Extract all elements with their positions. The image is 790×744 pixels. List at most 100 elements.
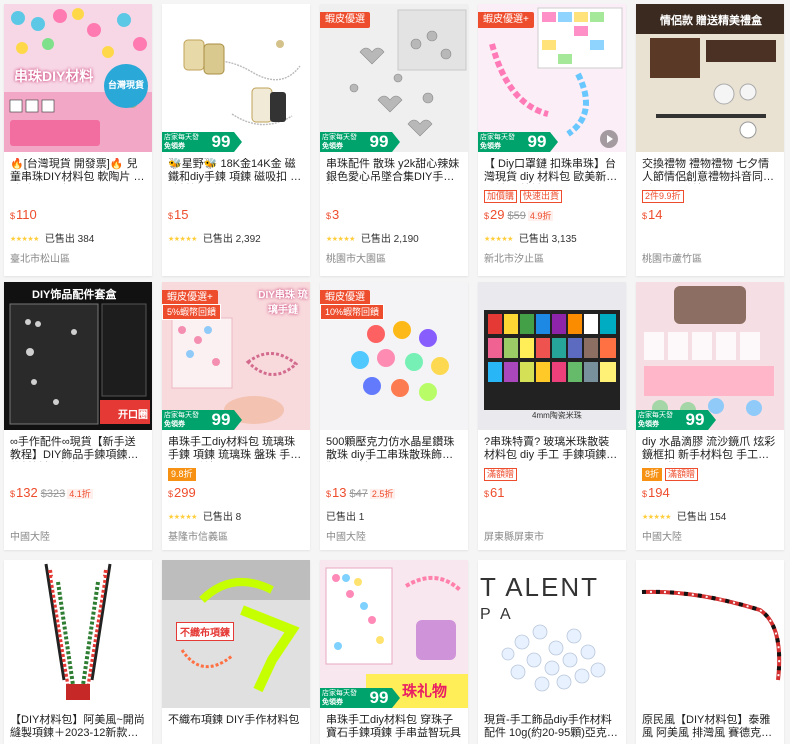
product-labels bbox=[10, 464, 146, 478]
price-row: $61 bbox=[484, 484, 620, 502]
rating-stars: ★★★★★ bbox=[642, 514, 671, 521]
product-labels bbox=[326, 186, 462, 200]
shop-location: 基隆市信義區 bbox=[168, 532, 228, 543]
sold-count: 已售出 154 bbox=[676, 512, 727, 523]
product-title[interactable]: ∞手作配件∞現貨【新手送教程】DIY飾品手鍊項鍊配件材料包 套盒 bbox=[10, 436, 146, 462]
product-image[interactable]: 蝦皮優選 10%蝦幣回饋 bbox=[320, 282, 468, 430]
coupon-badge: 店家每天發 免領券 99 bbox=[478, 132, 558, 152]
sold-row: ★★★★★ 已售出 384 bbox=[10, 230, 146, 245]
cashback-badge: 10%蝦幣回饋 bbox=[320, 304, 385, 320]
product-card[interactable]: 蝦皮優選+ 5%蝦幣回饋 DIY串珠 琉璃手鏈 店家每天發 免領券 99 串珠手工d… bbox=[162, 282, 310, 550]
original-price: $47 bbox=[349, 488, 368, 500]
sold-row: ★★★★★ 已售出 2,392 bbox=[168, 230, 304, 245]
preferred-badge: 蝦皮優選+ bbox=[478, 12, 534, 28]
product-image[interactable]: 4mm陶瓷米珠 bbox=[478, 282, 626, 430]
product-image[interactable]: T ALENT P A bbox=[478, 560, 626, 708]
product-card[interactable]: 情侶款 贈送精美禮盒 交換禮物 禮物禮物 七夕情人節情侶創意禮物抖音同款手工di… bbox=[636, 4, 784, 276]
product-title[interactable]: 🔥[台灣現貨 開發票]🔥 兒童串珠DIY材料包 軟陶片 米珠 字母串珠 bbox=[10, 158, 146, 184]
product-card[interactable]: 串珠DIY材料 台灣現貨 🔥[台灣現貨 開發票]🔥 兒童串珠DIY材料包 軟陶片… bbox=[4, 4, 152, 276]
product-card[interactable]: 店家每天發 免領券 99 🐝星野🐝 18K金14K金 磁鐵和diy手鍊 項鍊 磁吸扣… bbox=[162, 4, 310, 276]
product-title[interactable]: ?串珠特賣? 玻璃米珠散裝材料包 diy 手工 手鍊項鍊飾品 配件 bbox=[484, 436, 620, 462]
image-caption: T ALENT bbox=[480, 572, 600, 602]
product-image[interactable]: 不織布項鍊 bbox=[162, 560, 310, 708]
product-title[interactable]: 現貨-手工飾品diy手作材料配件 10g(約20-95顆)亞克力透明AB散珠 bbox=[484, 714, 620, 740]
rating-stars: ★★★★★ bbox=[484, 236, 513, 243]
original-price: $323 bbox=[40, 488, 66, 500]
price: $61 bbox=[484, 485, 505, 500]
price: $132 bbox=[10, 485, 38, 500]
product-title[interactable]: 交換禮物 禮物禮物 七夕情人節情侶創意禮物抖音同款手工diy 手鍊 bbox=[642, 158, 778, 184]
price-row: $14 bbox=[642, 206, 778, 224]
product-title[interactable]: 🐝星野🐝 18K金14K金 磁鐵和diy手鍊 項鍊 磁吸扣 串珠材料配件 bbox=[168, 158, 304, 184]
price: $194 bbox=[642, 485, 670, 500]
product-card[interactable]: 店家每天發 免領券 99 珠礼物 串珠手工diy材料包 穿珠子寶石手鍊項鍊 手串益智… bbox=[320, 560, 468, 744]
price: $299 bbox=[168, 485, 196, 500]
product-card[interactable]: 【DIY材料包】阿美風~開尚縫製項鍊＋2023-12新款＋手工串珠 bbox=[4, 560, 152, 744]
preferred-badge: 蝦皮優選 bbox=[320, 12, 370, 28]
product-title[interactable]: 500顆壓克力仿水晶星鑽珠散珠 diy手工串珠散珠飾品製作手鍊 bbox=[326, 436, 462, 462]
product-labels: 8折 滿額贈 bbox=[642, 464, 778, 481]
price: $29 bbox=[484, 207, 505, 222]
label-gift: 滿額贈 bbox=[665, 468, 699, 481]
product-card[interactable]: 蝦皮優選 店家每天發 免領券 99 串珠配件 散珠 y2k甜心辣妹銀色愛心吊墜合集D… bbox=[320, 4, 468, 276]
discount-tag: 4.1折 bbox=[67, 489, 93, 499]
label-add-on: 加價購 bbox=[484, 190, 518, 203]
product-title[interactable]: 串珠手工diy材料包 琉璃珠手鍊 項鍊 琉璃珠 盤珠 手串珠子 手鍊 bbox=[168, 436, 304, 462]
product-card[interactable]: 蝦皮優選+ 店家每天發 免領券 99 【 Diy口罩鏈 扣珠串珠】台灣現貨 diy … bbox=[478, 4, 626, 276]
product-card[interactable]: 原民風【DIY材料包】泰雅風 阿美風 排灣風 賽德克風...琉璃珠串 bbox=[636, 560, 784, 744]
video-play-icon[interactable] bbox=[600, 130, 618, 148]
product-image[interactable]: 蝦皮優選+ 5%蝦幣回饋 DIY串珠 琉璃手鏈 店家每天發 免領券 99 bbox=[162, 282, 310, 430]
image-caption: DIY饰品配件套盒 bbox=[32, 289, 117, 301]
product-card[interactable]: 蝦皮優選 10%蝦幣回饋 500顆壓克力仿水晶星鑽珠散珠 diy手工串珠散珠飾品… bbox=[320, 282, 468, 550]
product-image[interactable] bbox=[4, 560, 152, 708]
product-title[interactable]: 不織布項鍊 DIY手作材料包 bbox=[168, 714, 304, 740]
price-row: $110 bbox=[10, 206, 146, 224]
image-caption: 4mm陶瓷米珠 bbox=[532, 411, 582, 420]
sold-count: 已售出 8 bbox=[202, 512, 242, 523]
product-title[interactable]: 原民風【DIY材料包】泰雅風 阿美風 排灣風 賽德克風...琉璃珠串 bbox=[642, 714, 778, 740]
product-title[interactable]: diy 水晶滴膠 流沙鏡爪 炫彩鏡框扣 新手材料包 手工串珠 吊飾 bbox=[642, 436, 778, 462]
product-card[interactable]: DIY饰品配件套盒 开口圈 ∞手作配件∞現貨【新手送教程】DIY飾品手鍊項鍊配件… bbox=[4, 282, 152, 550]
product-image[interactable]: DIY饰品配件套盒 开口圈 bbox=[4, 282, 152, 430]
sold-row bbox=[484, 508, 620, 522]
product-card[interactable]: 不織布項鍊 不織布項鍊 DIY手作材料包 bbox=[162, 560, 310, 744]
product-card[interactable]: T ALENT P A 現貨-手工飾品diy手作材料配件 10g(約20-95顆… bbox=[478, 560, 626, 744]
price: $15 bbox=[168, 207, 189, 222]
coupon-badge: 店家每天發 免領券 99 bbox=[320, 132, 400, 152]
product-image[interactable]: 情侶款 贈送精美禮盒 bbox=[636, 4, 784, 152]
coupon-badge: 店家每天發 免領券 99 bbox=[162, 410, 242, 430]
product-image[interactable]: 串珠DIY材料 台灣現貨 bbox=[4, 4, 152, 152]
product-image[interactable]: 店家每天發 免領券 99 bbox=[636, 282, 784, 430]
product-image[interactable] bbox=[636, 560, 784, 708]
shop-location: 桃園市蘆竹區 bbox=[642, 254, 702, 265]
product-card[interactable]: 店家每天發 免領券 99 diy 水晶滴膠 流沙鏡爪 炫彩鏡框扣 新手材料包 手工串… bbox=[636, 282, 784, 550]
product-image[interactable]: 蝦皮優選+ 店家每天發 免領券 99 bbox=[478, 4, 626, 152]
image-caption-2: 台灣現貨 bbox=[108, 80, 145, 90]
price: $13 bbox=[326, 485, 347, 500]
sold-row bbox=[642, 230, 778, 244]
product-title[interactable]: 串珠手工diy材料包 穿珠子寶石手鍊項鍊 手串益智玩具 bbox=[326, 714, 462, 740]
price-row: $13 $47 2.5折 bbox=[326, 484, 462, 502]
product-title[interactable]: 【 Diy口罩鏈 扣珠串珠】台灣現貨 diy 材料包 歐美新口罩鏈 眼鏡鏈 bbox=[484, 158, 620, 184]
shop-location bbox=[168, 250, 304, 264]
product-card[interactable]: 4mm陶瓷米珠 ?串珠特賣? 玻璃米珠散裝材料包 diy 手工 手鍊項鍊飾品 配… bbox=[478, 282, 626, 550]
product-labels: 9.8折 bbox=[168, 464, 304, 481]
product-image[interactable]: 蝦皮優選 店家每天發 免領券 99 bbox=[320, 4, 468, 152]
product-title[interactable]: 【DIY材料包】阿美風~開尚縫製項鍊＋2023-12新款＋手工串珠 bbox=[10, 714, 146, 740]
product-image[interactable]: 店家每天發 免領券 99 bbox=[162, 4, 310, 152]
sold-row: ★★★★★ 已售出 8 bbox=[168, 508, 304, 523]
rating-stars: ★★★★★ bbox=[326, 236, 355, 243]
original-price: $59 bbox=[507, 210, 526, 222]
cashback-badge: 5%蝦幣回饋 bbox=[162, 304, 222, 320]
product-title[interactable]: 串珠配件 散珠 y2k甜心辣妹銀色愛心吊墜合集DIY手工飾品配件 bbox=[326, 158, 462, 184]
shop-location: 桃園市大園區 bbox=[326, 254, 386, 265]
shop-location: 中國大陸 bbox=[326, 532, 366, 543]
shop-location: 屏東縣屏東市 bbox=[484, 532, 544, 543]
product-image[interactable]: 店家每天發 免領券 99 珠礼物 bbox=[320, 560, 468, 708]
price: $110 bbox=[10, 207, 37, 222]
sold-row bbox=[10, 508, 146, 522]
sold-row: ★★★★★ 已售出 3,135 bbox=[484, 230, 620, 245]
product-labels bbox=[326, 464, 462, 478]
shop-location: 中國大陸 bbox=[642, 532, 682, 543]
sold-row: ★★★★★ 已售出 2,190 bbox=[326, 230, 462, 245]
